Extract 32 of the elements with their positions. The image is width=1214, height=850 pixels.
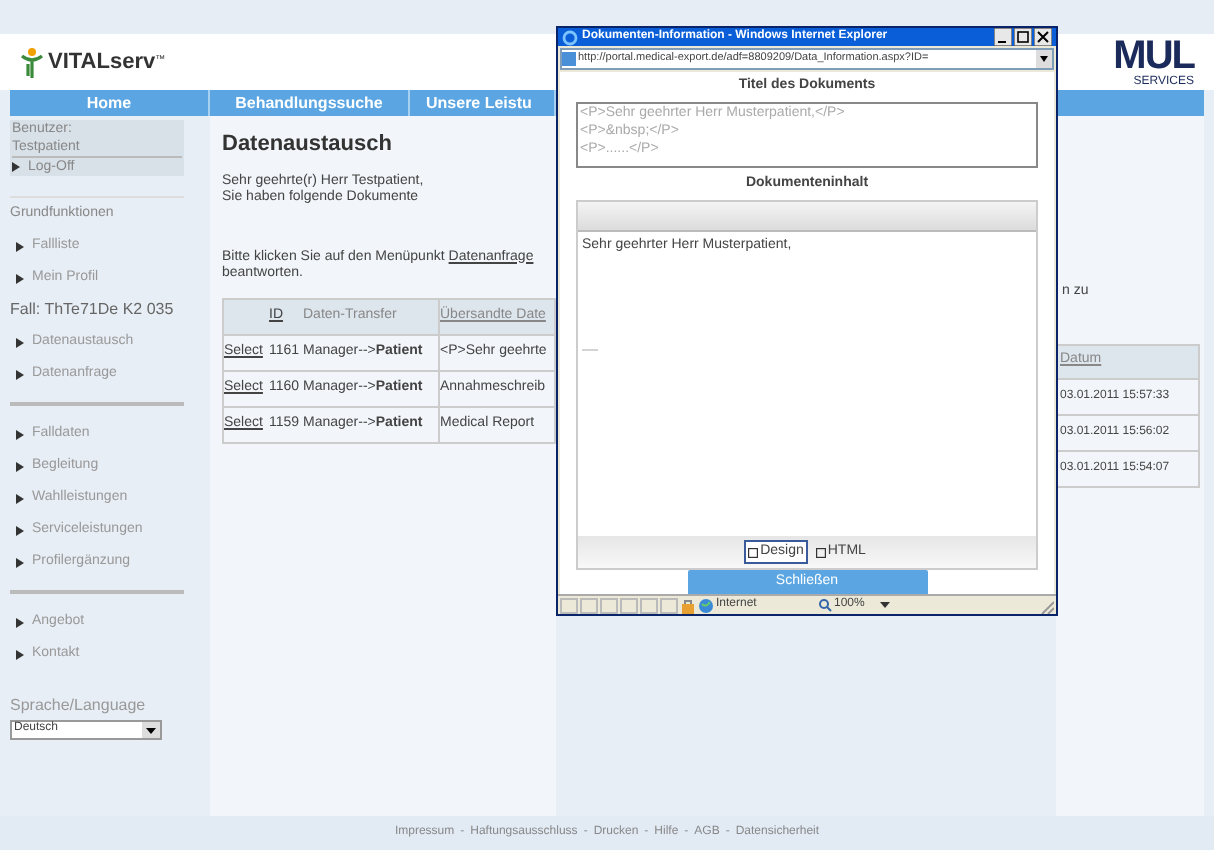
bullet-icon bbox=[16, 557, 24, 567]
partner-logo: MUL bbox=[1113, 36, 1194, 76]
bullet-icon bbox=[16, 369, 24, 379]
bullet-icon bbox=[16, 649, 24, 659]
figure-logo-icon bbox=[20, 46, 44, 79]
resize-grip-icon[interactable] bbox=[1038, 597, 1054, 613]
language-label: Sprache/Language bbox=[10, 696, 146, 714]
bullet-icon bbox=[16, 461, 24, 471]
nav-tab[interactable]: Home bbox=[10, 90, 210, 116]
bullet-icon bbox=[16, 429, 24, 439]
lock-icon bbox=[680, 597, 696, 613]
page-title: Datenaustausch bbox=[222, 132, 392, 156]
case-label: Fall: ThTe71De K2 035 bbox=[10, 298, 174, 322]
globe-icon bbox=[698, 597, 714, 613]
dropdown-icon[interactable] bbox=[880, 600, 890, 610]
maximize-icon[interactable] bbox=[1014, 28, 1032, 46]
bullet-icon bbox=[16, 525, 24, 535]
bullet-icon bbox=[16, 337, 24, 347]
close-icon[interactable] bbox=[1034, 28, 1052, 46]
dropdown-icon bbox=[142, 721, 160, 737]
mode-icon bbox=[748, 547, 759, 557]
zoom-icon bbox=[818, 598, 832, 612]
rule-icon bbox=[582, 347, 598, 351]
bullet-icon bbox=[16, 617, 24, 627]
logo-text: VITALserv$^{™}$ bbox=[48, 47, 166, 78]
bullet-icon bbox=[16, 273, 24, 283]
mode-icon bbox=[815, 547, 826, 557]
dropdown-icon[interactable] bbox=[1036, 50, 1052, 68]
minimize-icon[interactable] bbox=[994, 28, 1012, 46]
bullet-icon bbox=[12, 162, 20, 172]
bullet-icon bbox=[16, 241, 24, 251]
bullet-icon bbox=[16, 493, 24, 503]
